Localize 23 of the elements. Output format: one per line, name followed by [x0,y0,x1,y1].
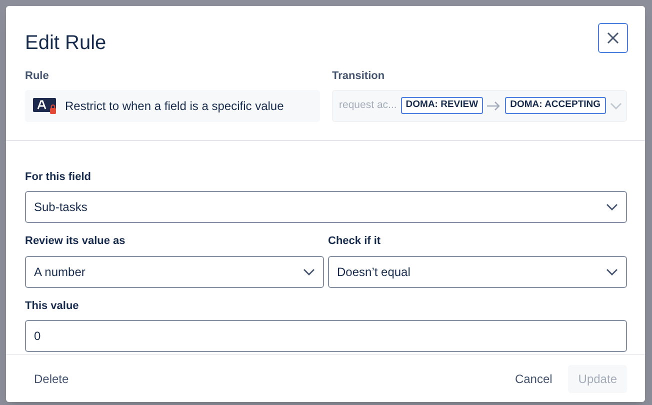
field-label: This value [25,298,80,314]
arrow-right-icon [487,100,502,110]
chevron-down-icon [610,102,622,110]
status-tag: DOMA: ACCEPTING [505,97,606,114]
rule-text: Restrict to when a field is a specific value [65,98,284,114]
field-label: For this field [25,170,92,184]
chevron-down-icon [606,203,618,211]
close-icon [607,32,619,44]
chevron-down-icon [606,268,618,276]
select-field[interactable]: Doesn’t equal [328,256,627,288]
status-tag: DOMA: REVIEW [400,97,484,114]
field-label: Rule [25,69,50,84]
close-button[interactable] [598,23,628,53]
input-field[interactable]: 0 [25,320,627,352]
delete-button[interactable]: Delete [24,364,79,392]
cancel-button[interactable]: Cancel [504,364,562,392]
field-label: Review its value as [25,234,126,249]
field-label: Check if it [328,234,382,249]
chevron-down-icon [303,268,315,276]
field-label: Transition [332,69,386,84]
select-field[interactable]: A number [25,256,324,288]
select-field[interactable]: Sub-tasks [25,191,627,223]
dialog-title: Edit Rule [25,31,106,56]
